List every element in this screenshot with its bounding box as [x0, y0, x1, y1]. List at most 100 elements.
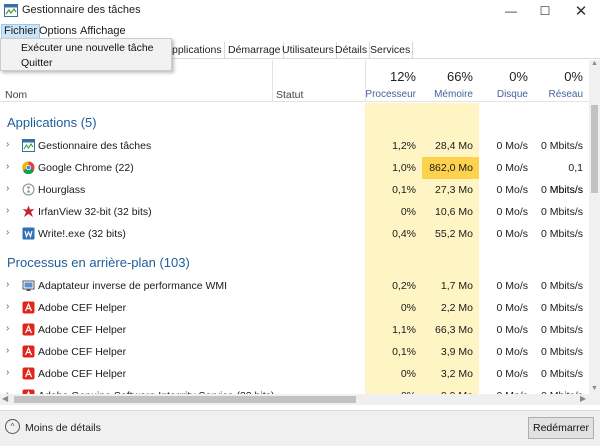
table-row[interactable]: › IrfanView 32-bit (32 bits) 0% 10,6 Mo 0 Mo… — [0, 201, 589, 223]
table-row[interactable]: › Adaptateur inverse de performance WMI 0,… — [0, 275, 589, 297]
table-row[interactable]: › Adobe CEF Helper 0,1% 3,9 Mo 0 Mo/s 0 Mbits… — [0, 341, 589, 363]
expand-chevron-icon[interactable]: › — [6, 367, 9, 378]
network-value: 0 Mbits/s — [540, 324, 583, 336]
expand-chevron-icon[interactable]: › — [6, 345, 9, 356]
column-memoire[interactable]: 66% Mémoire — [422, 60, 479, 102]
table-row[interactable]: › Adobe CEF Helper 0% 3,2 Mo 0 Mo/s 0 Mbits/s — [0, 363, 589, 385]
menu-options[interactable]: Options — [37, 24, 79, 39]
process-name: Google Chrome (22) — [38, 162, 134, 174]
less-details-link[interactable]: Moins de détails — [25, 422, 101, 434]
menu-item-quit[interactable]: Quitter — [21, 57, 53, 69]
scroll-down-icon[interactable]: ▼ — [591, 385, 598, 392]
column-divider[interactable] — [272, 60, 273, 102]
cpu-value: 0,2% — [392, 280, 416, 292]
window-title: Gestionnaire des tâches — [22, 4, 141, 16]
memory-value: 3,9 Mo — [440, 346, 473, 358]
vertical-scrollbar[interactable]: ▲ ▼ — [589, 60, 600, 394]
network-value: 0,1 Mbits/s — [549, 162, 583, 196]
scroll-up-icon[interactable]: ▲ — [591, 60, 598, 67]
horizontal-scroll-thumb[interactable] — [14, 396, 356, 403]
column-processeur[interactable]: 12% Processeur — [365, 60, 422, 102]
disk-value: 0 Mo/s — [496, 184, 528, 196]
tab-demarrage[interactable]: Démarrage — [226, 42, 284, 58]
process-name: Write!.exe (32 bits) — [38, 228, 126, 240]
expand-chevron-icon[interactable]: › — [6, 139, 9, 150]
disk-value: 0 Mo/s — [479, 385, 534, 394]
cpu-value: 0% — [365, 385, 422, 394]
processeur-total: 12% — [389, 69, 416, 84]
disque-label: Disque — [496, 89, 528, 100]
tab-applications[interactable]: pplications — [170, 42, 225, 58]
network-value: 0 Mbits/s — [540, 140, 583, 152]
adobe-icon — [22, 345, 35, 358]
process-name: Hourglass — [38, 184, 86, 196]
disk-value: 0 Mo/s — [496, 206, 528, 218]
footer: ^ Moins de détails Redémarrer — [0, 410, 600, 446]
column-statut[interactable]: Statut — [276, 89, 303, 101]
chrome-icon — [22, 161, 35, 175]
column-disque[interactable]: 0% Disque — [479, 60, 534, 102]
disk-value: 0 Mo/s — [496, 280, 528, 292]
expand-chevron-icon[interactable]: › — [6, 205, 9, 216]
network-value: 0 Mbits/s — [540, 302, 583, 314]
process-name: IrfanView 32-bit (32 bits) — [38, 206, 152, 218]
memory-value: 55,2 Mo — [435, 228, 473, 240]
memory-value: 2,2 Mo — [440, 302, 473, 314]
column-reseau[interactable]: 0% Réseau — [534, 60, 589, 102]
table-row[interactable]: › Google Chrome (22) 1,0% 862,0 Mo 0 Mo/s 0,1… — [0, 157, 589, 196]
memory-value: 0,9 Mo — [422, 385, 479, 394]
table-row[interactable]: › Hourglass 0,1% 27,3 Mo 0 Mo/s 0 Mbits/s — [0, 179, 589, 201]
irfanview-icon — [22, 205, 35, 218]
expand-chevron-icon[interactable]: › — [6, 301, 9, 312]
network-value: 0 Mbits/s — [540, 228, 583, 240]
close-button[interactable]: ✕ — [566, 0, 596, 22]
menu-fichier[interactable]: Fichier — [1, 24, 41, 39]
tab-details[interactable]: Détails — [333, 42, 371, 58]
disk-value: 0 Mo/s — [496, 346, 528, 358]
table-row[interactable]: › Gestionnaire des tâches 1,2% 28,4 Mo 0 Mo/… — [0, 135, 589, 157]
expand-chevron-icon[interactable]: › — [6, 227, 9, 238]
cpu-value: 0,1% — [392, 346, 416, 358]
cpu-value: 0,4% — [392, 228, 416, 240]
adobe-icon — [22, 367, 35, 380]
memoire-label: Mémoire — [434, 89, 473, 100]
processeur-label: Processeur — [365, 89, 416, 100]
minimize-button[interactable]: — — [496, 0, 526, 22]
chevron-up-icon[interactable]: ^ — [5, 419, 20, 434]
group-background: Processus en arrière-plan (103) — [7, 255, 190, 270]
scroll-left-icon[interactable]: ◀ — [2, 394, 8, 403]
cpu-value: 0,1% — [392, 184, 416, 196]
vertical-scroll-thumb[interactable] — [591, 105, 598, 193]
adobe-icon — [22, 323, 35, 336]
table-row[interactable]: › Adobe CEF Helper 1,1% 66,3 Mo 0 Mo/s 0 Mbit… — [0, 319, 589, 341]
horizontal-scrollbar[interactable]: ◀ ▶ — [0, 394, 600, 405]
disk-value: 0 Mo/s — [496, 162, 528, 174]
menu-item-new-task[interactable]: Exécuter une nouvelle tâche — [21, 42, 154, 54]
cpu-value: 0% — [400, 302, 416, 314]
network-value: 0 Mbits/s — [540, 280, 583, 292]
task-manager-icon — [4, 4, 18, 17]
scroll-right-icon[interactable]: ▶ — [580, 394, 586, 403]
write-icon — [22, 227, 35, 240]
network-value: 0 Mbits/s — [540, 206, 583, 218]
expand-chevron-icon[interactable]: › — [6, 183, 9, 194]
table-row[interactable]: ›Adobe Genuine Software Integrity Servic… — [0, 385, 589, 394]
memoire-total: 66% — [446, 69, 473, 84]
column-nom[interactable]: Nom — [5, 89, 27, 101]
tab-services[interactable]: Services — [368, 42, 414, 58]
expand-chevron-icon[interactable]: › — [6, 323, 9, 334]
network-value: 0 Mbits/s — [540, 346, 583, 358]
memory-value: 3,2 Mo — [440, 368, 473, 380]
tab-utilisateurs[interactable]: Utilisateurs — [280, 42, 337, 58]
menu-affichage[interactable]: Affichage — [78, 24, 128, 39]
task-manager-icon — [22, 139, 35, 152]
expand-chevron-icon[interactable]: › — [6, 161, 9, 172]
disk-value: 0 Mo/s — [496, 302, 528, 314]
table-row[interactable]: › Write!.exe (32 bits) 0,4% 55,2 Mo 0 Mo/s 0 … — [0, 223, 589, 245]
table-row[interactable]: › Adobe CEF Helper 0% 2,2 Mo 0 Mo/s 0 Mbits/s — [0, 297, 589, 319]
maximize-button[interactable]: ☐ — [530, 0, 560, 22]
process-name: Adaptateur inverse de performance WMI — [38, 280, 228, 292]
restart-button[interactable]: Redémarrer — [528, 417, 594, 439]
memory-value: 862,0 Mo — [422, 157, 479, 179]
expand-chevron-icon[interactable]: › — [6, 279, 9, 290]
